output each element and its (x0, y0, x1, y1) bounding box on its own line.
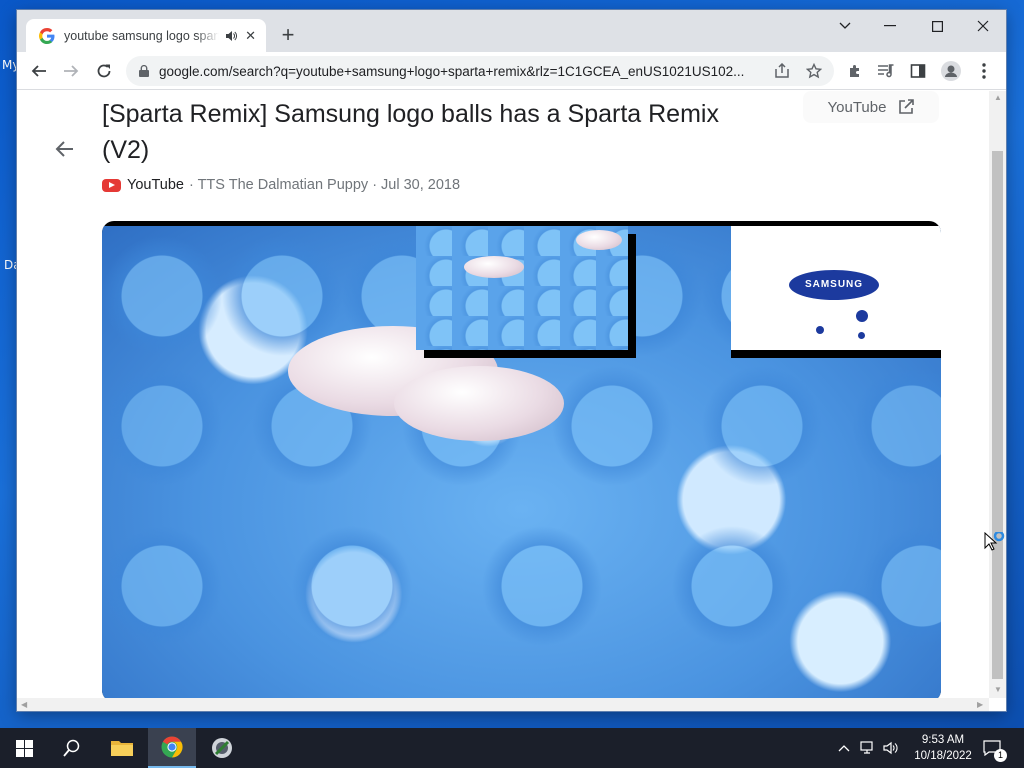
scroll-right-icon[interactable]: ▶ (977, 700, 983, 709)
search-button[interactable] (48, 728, 96, 768)
forward-button[interactable] (57, 57, 85, 85)
media-control-icon[interactable] (872, 57, 900, 85)
back-arrow-icon[interactable] (55, 139, 75, 159)
extensions-icon[interactable] (841, 57, 869, 85)
tab-close-icon[interactable]: ✕ (245, 28, 256, 44)
back-button[interactable] (25, 57, 53, 85)
open-youtube-label: YouTube (827, 98, 887, 116)
search-icon (63, 739, 80, 757)
busy-cursor-icon (984, 532, 1005, 551)
clock[interactable]: 9:53 AM 10/18/2022 (908, 732, 978, 764)
bookmark-star-icon[interactable] (806, 63, 822, 79)
notification-center-button[interactable]: 1 (983, 728, 1007, 768)
browser-toolbar: google.com/search?q=youtube+samsung+logo… (17, 52, 1006, 90)
clock-date: 10/18/2022 (914, 750, 972, 762)
minimize-button[interactable] (867, 10, 913, 42)
youtube-logo-icon (102, 178, 121, 192)
volume-icon[interactable] (883, 741, 899, 755)
chrome-icon (161, 736, 183, 758)
tab-title: youtube samsung logo sparta remix (64, 28, 219, 43)
reload-button[interactable] (90, 57, 118, 85)
url-text[interactable]: google.com/search?q=youtube+samsung+logo… (159, 64, 764, 79)
vertical-scrollbar[interactable]: ▲ ▼ (989, 91, 1006, 698)
video-inset-balls (416, 226, 628, 350)
scrollbar-thumb[interactable] (992, 151, 1003, 679)
clock-time: 9:53 AM (921, 734, 965, 746)
share-icon[interactable] (774, 63, 790, 79)
file-explorer-button[interactable] (98, 728, 146, 768)
open-youtube-button[interactable]: YouTube (803, 91, 939, 123)
network-icon[interactable] (860, 741, 876, 755)
source-name[interactable]: YouTube (127, 177, 184, 193)
start-button[interactable] (0, 728, 48, 768)
video-frame: SAMSUNG (102, 226, 941, 698)
samsung-logo: SAMSUNG (789, 270, 879, 300)
menu-kebab-icon[interactable] (970, 57, 998, 85)
tab-strip: youtube samsung logo sparta remix ✕ + (17, 10, 1006, 52)
scroll-up-icon[interactable]: ▲ (994, 93, 1002, 102)
maximize-button[interactable] (914, 10, 960, 42)
external-link-icon (899, 99, 915, 114)
close-window-button[interactable] (960, 10, 1006, 42)
chrome-taskbar-button[interactable] (148, 728, 196, 768)
video-player[interactable]: SAMSUNG (102, 221, 941, 698)
notification-count-badge: 1 (994, 749, 1007, 762)
source-line: YouTube · TTS The Dalmatian Puppy · Jul … (102, 177, 460, 193)
folder-icon (111, 741, 133, 756)
video-title[interactable]: [Sparta Remix] Samsung logo balls has a … (102, 96, 722, 168)
profile-avatar-icon[interactable] (937, 57, 965, 85)
app-taskbar-button[interactable] (198, 728, 246, 768)
source-meta: · TTS The Dalmatian Puppy · Jul 30, 2018 (188, 177, 461, 193)
speaker-icon[interactable] (225, 30, 238, 42)
side-panel-icon[interactable] (904, 57, 932, 85)
scroll-left-icon[interactable]: ◀ (21, 700, 27, 709)
address-bar[interactable]: google.com/search?q=youtube+samsung+logo… (126, 56, 834, 86)
browser-tab[interactable]: youtube samsung logo sparta remix ✕ (26, 19, 266, 52)
windows-logo-icon (15, 739, 33, 757)
new-tab-button[interactable]: + (276, 23, 300, 47)
lock-icon[interactable] (139, 65, 149, 77)
google-favicon-icon (39, 27, 55, 44)
browser-window: youtube samsung logo sparta remix ✕ + (17, 10, 1006, 711)
tab-search-icon[interactable] (822, 10, 868, 42)
logo-ball (394, 366, 564, 441)
page-content: [Sparta Remix] Samsung logo balls has a … (17, 91, 989, 698)
settings-app-icon (212, 738, 232, 758)
video-inset-samsung: SAMSUNG (731, 226, 941, 350)
system-tray (838, 728, 899, 768)
taskbar: 9:53 AM 10/18/2022 1 (0, 728, 1024, 768)
chevron-up-icon[interactable] (838, 744, 850, 752)
horizontal-scrollbar[interactable]: ◀ ▶ (17, 698, 989, 711)
scroll-down-icon[interactable]: ▼ (994, 685, 1002, 694)
